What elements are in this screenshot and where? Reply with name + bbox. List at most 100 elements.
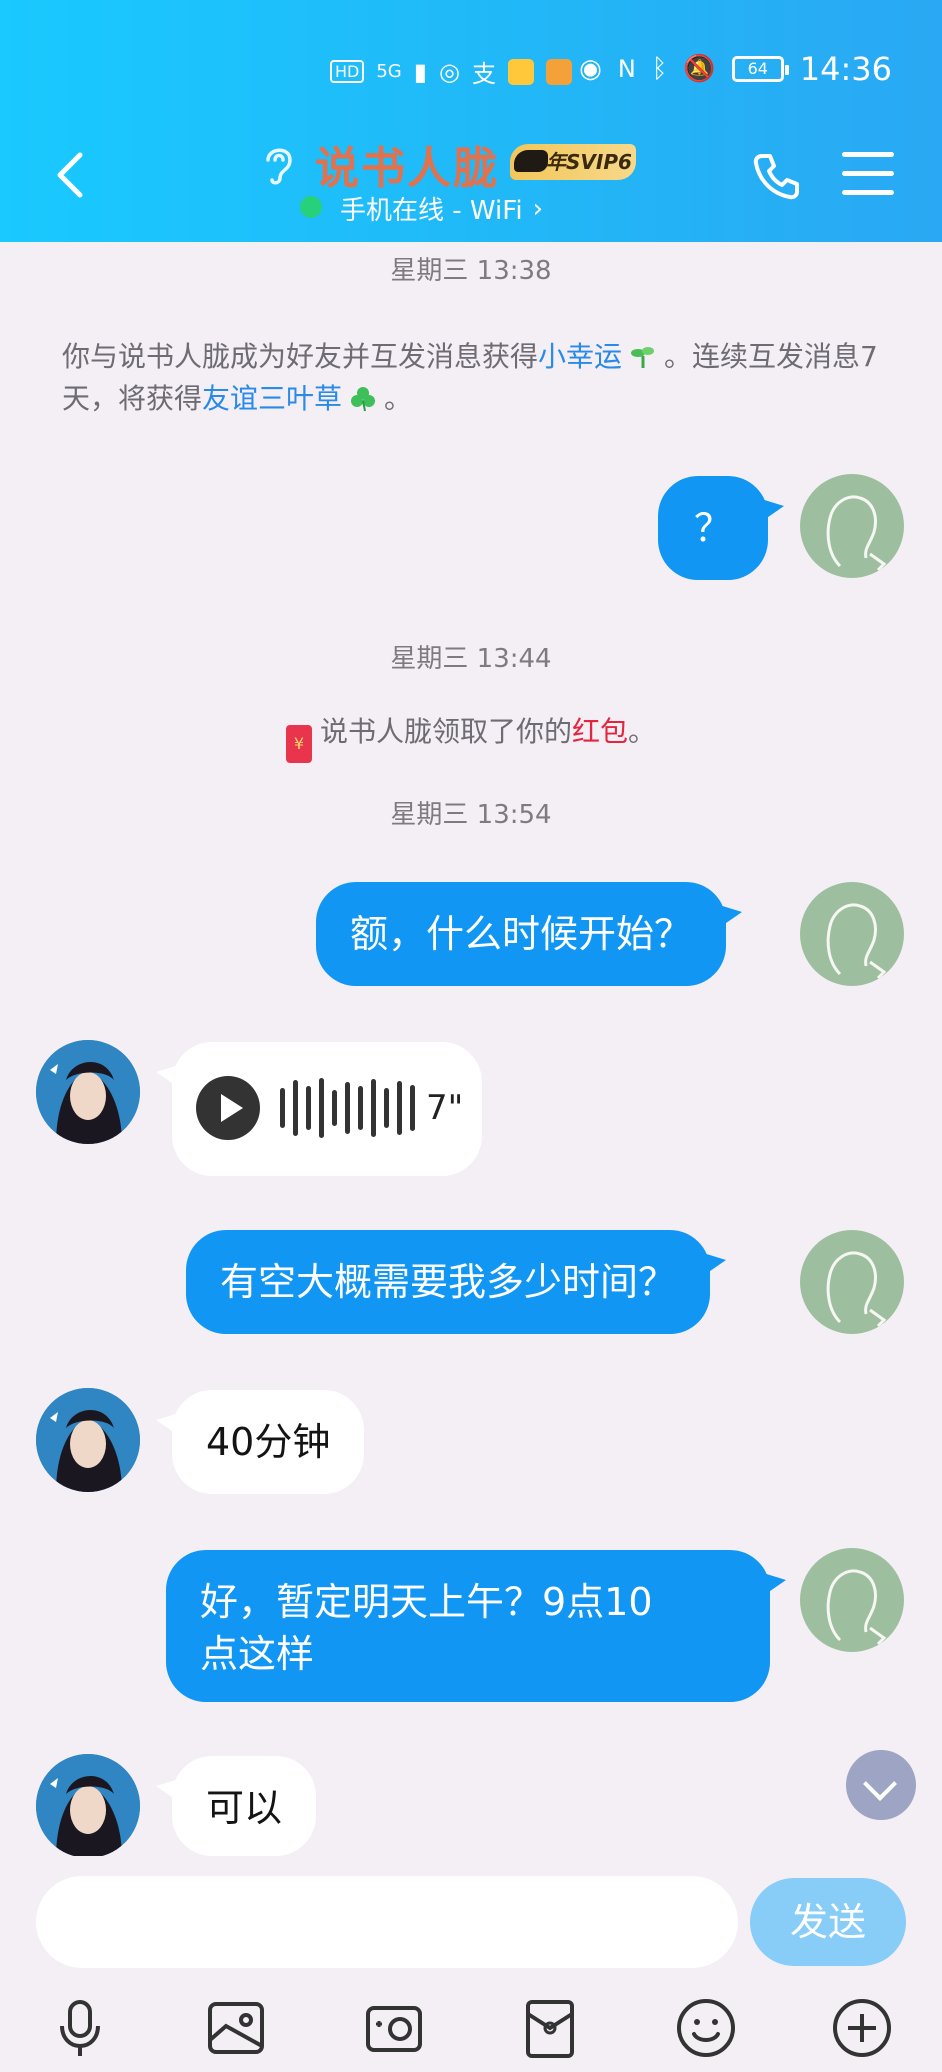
wave-bar (280, 1088, 285, 1128)
my-avatar[interactable] (800, 1230, 904, 1334)
battery-icon: 64 (731, 56, 789, 82)
my-avatar[interactable] (800, 1548, 904, 1652)
image-button[interactable] (204, 1996, 268, 2060)
nfc-icon: N (617, 55, 636, 83)
menu-icon (842, 152, 894, 157)
message-bubble-sent[interactable]: ？ (658, 476, 784, 580)
waveform-icon (280, 1076, 415, 1140)
redpacket-notice-icon: ¥ (285, 725, 312, 763)
status-time: 14:36 (799, 50, 892, 88)
timestamp: 星期三 13:38 (390, 256, 552, 286)
message-bubble-received[interactable]: 40分钟 (155, 1390, 365, 1494)
menu-button[interactable] (842, 152, 894, 198)
play-icon[interactable] (196, 1076, 260, 1140)
wave-bar (319, 1078, 324, 1138)
redpacket-text: 说书人胧领取了你的 (319, 715, 572, 748)
plus-icon (833, 1999, 891, 2057)
notice-text: 你与说书人胧成为好友并互发消息获得 (62, 340, 539, 373)
chat-header: HD 5G ▮ ◎ 支 ◉ N ᛒ 🔕 64 14:36 说书人胧 年SVIP6 (0, 0, 942, 242)
anime-avatar-icon (36, 1388, 140, 1492)
anime-avatar-icon (36, 1040, 140, 1144)
voice-call-button[interactable] (750, 150, 802, 202)
signal-icon: ▮ (413, 57, 427, 86)
redpacket-button[interactable] (518, 1996, 582, 2060)
sprout-icon (631, 347, 655, 368)
avatar-sketch-icon (826, 1251, 887, 1328)
wave-bar (306, 1086, 311, 1130)
status-icons-left: HD 5G ▮ ◎ 支 (330, 54, 572, 89)
wave-bar (358, 1086, 363, 1130)
message-bubble-sent[interactable]: 有空大概需要我多少时间？ (186, 1230, 727, 1334)
camera-icon (366, 2006, 422, 2052)
message-bubble-sent[interactable]: 额，什么时候开始？ (316, 882, 743, 986)
app-icon-2 (545, 58, 572, 85)
scroll-down-icon[interactable] (846, 1750, 916, 1820)
wave-bar (332, 1090, 337, 1126)
message-bubble-sent[interactable]: 好，暂定明天上午？9点10 点这样 (166, 1550, 786, 1702)
message-input[interactable] (36, 1876, 738, 1968)
send-button[interactable]: 发送 (750, 1878, 906, 1966)
wave-bar (345, 1082, 350, 1134)
status-icons-right: ◉ N ᛒ 🔕 64 14:36 (579, 50, 892, 88)
more-button[interactable] (830, 1996, 894, 2060)
online-status-label: 手机在线 - WiFi (340, 196, 523, 226)
avatar-sketch-icon (826, 1569, 887, 1646)
emoji-button[interactable] (674, 1996, 738, 2060)
camera-button[interactable] (362, 1996, 426, 2060)
lucky-link[interactable]: 小幸运 (538, 340, 622, 373)
timestamp: 星期三 13:44 (390, 644, 552, 674)
mute-icon: 🔕 (683, 54, 716, 84)
clover-icon (351, 387, 376, 412)
menu-icon-line (842, 190, 894, 195)
mic-icon (60, 2000, 100, 2056)
avatar-sketch-icon (826, 495, 887, 572)
notice-text-3: 。 (384, 382, 413, 415)
wave-bar (410, 1085, 415, 1131)
online-dot-icon (300, 196, 322, 218)
alipay-icon: 支 (471, 60, 496, 88)
my-avatar[interactable] (800, 882, 904, 986)
input-bar: 发送 (0, 1856, 942, 2072)
hotspot-icon: ◎ (438, 57, 460, 86)
wave-bar (397, 1081, 402, 1135)
avatar-sketch-icon (826, 903, 887, 980)
hd-icon: HD (330, 60, 365, 83)
voice-duration: 7" (426, 1088, 464, 1128)
clover-link[interactable]: 友谊三叶草 (202, 382, 342, 415)
contact-avatar[interactable] (36, 1040, 140, 1144)
bluetooth-icon: ᛒ (651, 54, 668, 84)
wave-bar (371, 1079, 376, 1137)
friend-notice: 你与说书人胧成为好友并互发消息获得小幸运 。连续互发消息7天，将获得友谊三叶草。 (62, 336, 882, 420)
back-icon (57, 152, 83, 198)
chat-title[interactable]: 说书人胧 年SVIP6 手机在线 - WiFi › (260, 132, 660, 232)
anime-avatar-icon (36, 1754, 140, 1858)
contact-avatar[interactable] (36, 1754, 140, 1858)
image-icon (208, 2002, 264, 2054)
redpacket-link[interactable]: 红包 (572, 715, 628, 748)
network-label: 5G (376, 61, 402, 82)
message-bubble-received[interactable]: 可以 (155, 1756, 317, 1856)
emoji-icon (677, 1999, 735, 2057)
redpacket-icon (526, 2000, 574, 2058)
contact-avatar[interactable] (36, 1388, 140, 1492)
menu-icon-line (842, 171, 894, 176)
my-avatar[interactable] (800, 474, 904, 578)
voice-message-bubble[interactable]: 7" (156, 1042, 482, 1176)
redpacket-notice: ¥ 说书人胧领取了你的红包。 (0, 710, 942, 763)
status-bar: HD 5G ▮ ◎ 支 ◉ N ᛒ 🔕 64 14:36 (0, 40, 942, 100)
contact-name: 说书人胧 (315, 143, 499, 194)
chevron-right-icon: › (532, 193, 543, 224)
online-status[interactable]: 手机在线 - WiFi › (300, 190, 543, 227)
back-button[interactable] (48, 145, 94, 205)
wave-bar (384, 1088, 389, 1128)
toolbar (0, 1996, 942, 2060)
wave-bar (293, 1080, 298, 1136)
voice-input-button[interactable] (48, 1996, 112, 2060)
message-line: 点这样 (200, 1632, 315, 1676)
ear-icon (266, 148, 292, 185)
phone-icon (753, 154, 799, 200)
eye-icon: ◉ (579, 54, 602, 84)
svip-badge: 年SVIP6 (510, 144, 636, 180)
message-line: 好，暂定明天上午？9点10 (200, 1580, 653, 1624)
timestamp: 星期三 13:54 (390, 800, 552, 830)
